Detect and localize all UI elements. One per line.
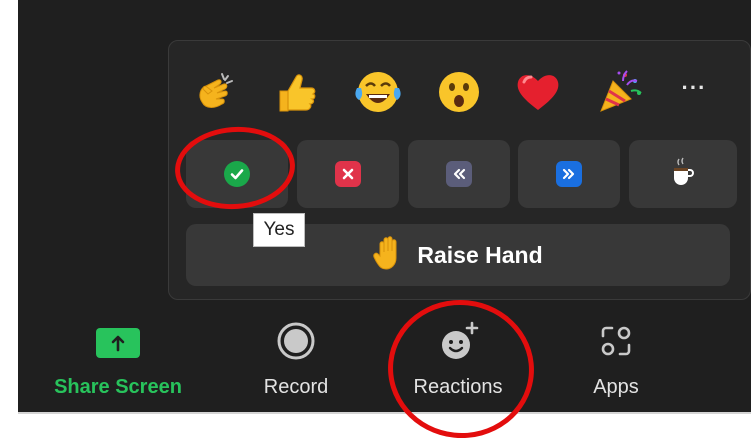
- share-screen-icon: [96, 328, 140, 358]
- record-label: Record: [263, 376, 329, 398]
- x-icon: [335, 161, 361, 187]
- apps-button[interactable]: Apps: [576, 318, 656, 408]
- rewind-icon: [446, 161, 472, 187]
- raised-hand-icon: [373, 235, 403, 275]
- no-button[interactable]: [297, 140, 399, 208]
- clapping-hands-icon[interactable]: [190, 66, 242, 118]
- apps-label: Apps: [593, 376, 639, 398]
- apps-icon: [597, 322, 635, 365]
- more-reactions-button[interactable]: ···: [674, 77, 714, 99]
- raise-hand-label: Raise Hand: [417, 241, 543, 268]
- coffee-cup-icon: [670, 157, 696, 192]
- fast-forward-icon: [556, 161, 582, 187]
- party-popper-icon[interactable]: [594, 66, 646, 118]
- yes-tooltip: Yes: [253, 213, 305, 247]
- record-button[interactable]: Record: [248, 318, 344, 408]
- open-mouth-icon[interactable]: [433, 66, 485, 118]
- thumbs-up-icon[interactable]: [270, 66, 322, 118]
- share-screen-button[interactable]: Share Screen: [38, 318, 198, 408]
- tears-of-joy-icon[interactable]: [352, 66, 404, 118]
- go-faster-button[interactable]: [518, 140, 620, 208]
- coffee-break-button[interactable]: [629, 140, 737, 208]
- window-bottom-border: [18, 412, 751, 414]
- share-screen-label: Share Screen: [54, 376, 182, 398]
- record-icon: [276, 321, 316, 366]
- red-heart-icon[interactable]: [512, 66, 564, 118]
- go-slower-button[interactable]: [408, 140, 510, 208]
